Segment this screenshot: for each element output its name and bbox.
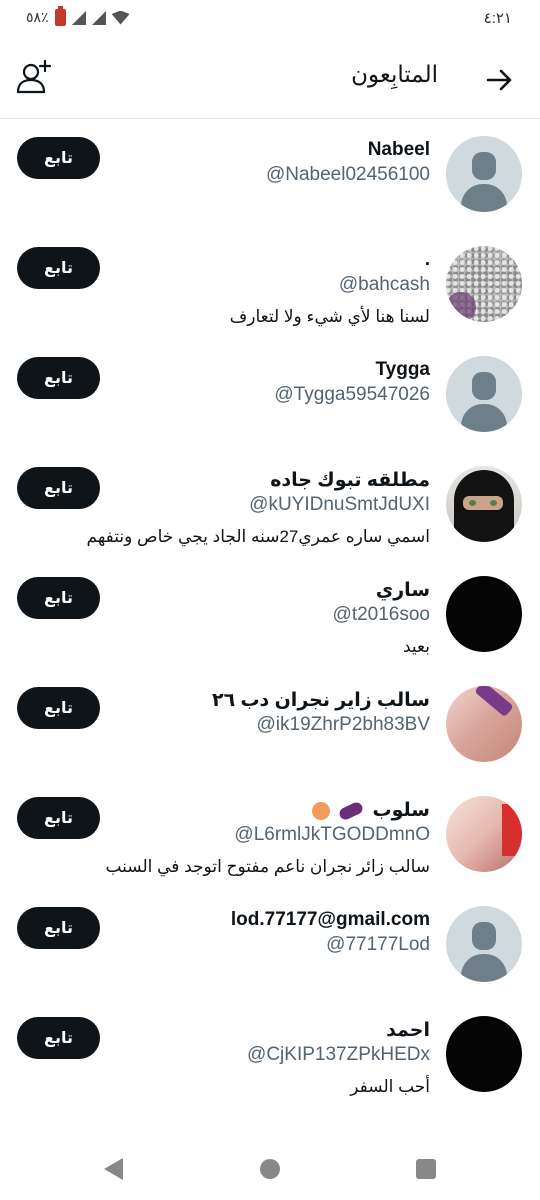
avatar[interactable] — [446, 796, 522, 872]
status-icons: ٥٨٪ — [26, 6, 130, 26]
follow-button[interactable]: تابع — [17, 1017, 100, 1059]
user-bio: أحب السفر — [350, 1077, 430, 1096]
back-button[interactable] — [482, 62, 518, 98]
avatar[interactable] — [446, 576, 522, 652]
follow-button[interactable]: تابع — [17, 357, 100, 399]
avatar[interactable] — [446, 686, 522, 762]
user-handle: @bahcash — [338, 274, 430, 295]
avatar[interactable] — [446, 356, 522, 432]
follow-button[interactable]: تابع — [17, 577, 100, 619]
list-item[interactable]: . @bahcash لسنا هنا لأي شيء ولا لتعارف ت… — [0, 229, 540, 339]
page-title: المتابِعون — [351, 61, 438, 87]
list-item[interactable]: سلوب @L6rmlJkTGODDmnO سالب زائر نجران نا… — [0, 779, 540, 889]
list-item[interactable]: مطلقه تبوك جاده @kUYIDnuSmtJdUXI اسمي سا… — [0, 449, 540, 559]
system-nav-bar — [0, 1138, 540, 1200]
follow-button[interactable]: تابع — [17, 907, 100, 949]
list-item[interactable]: Nabeel @Nabeel02456100 تابع — [0, 119, 540, 229]
nav-home-icon[interactable] — [260, 1159, 280, 1179]
user-name: Tygga — [375, 359, 430, 380]
avatar[interactable] — [446, 246, 522, 322]
follow-button[interactable]: تابع — [17, 467, 100, 509]
list-item[interactable]: احمد @CjKIP137ZPkHEDx أحب السفر تابع — [0, 999, 540, 1109]
followers-list: Nabeel @Nabeel02456100 تابع . @bahcash ل… — [0, 119, 540, 1109]
avatar[interactable] — [446, 906, 522, 982]
nav-back-icon[interactable] — [104, 1158, 123, 1180]
signal-icon-2 — [91, 10, 106, 25]
follow-button[interactable]: تابع — [17, 137, 100, 179]
user-bio: لسنا هنا لأي شيء ولا لتعارف — [229, 307, 430, 326]
user-name: سالب زاير نجران دب ٢٦ — [211, 690, 430, 711]
user-handle: @Nabeel02456100 — [265, 164, 430, 185]
add-user-icon — [16, 59, 52, 94]
user-bio: بعيد — [403, 637, 430, 656]
user-bio: اسمي ساره عمري27سنه الجاد يجي خاص ونتفهم — [86, 527, 430, 546]
battery-icon — [54, 6, 66, 26]
user-handle: @t2016soo — [332, 604, 430, 625]
follow-button[interactable]: تابع — [17, 797, 100, 839]
avatar[interactable] — [446, 1016, 522, 1092]
list-item[interactable]: سالب زاير نجران دب ٢٦ @ik19ZhrP2bh83BV ت… — [0, 669, 540, 779]
user-handle: @77177Lod — [326, 934, 430, 955]
nav-recents-icon[interactable] — [416, 1159, 436, 1179]
signal-icon — [71, 10, 86, 25]
avatar[interactable] — [446, 136, 522, 212]
user-handle: @ik19ZhrP2bh83BV — [256, 714, 431, 735]
user-handle: @L6rmlJkTGODDmnO — [234, 824, 430, 845]
user-name: lod.77177@gmail.com — [230, 909, 430, 930]
user-handle: @CjKIP137ZPkHEDx — [247, 1044, 430, 1065]
follow-button[interactable]: تابع — [17, 247, 100, 289]
user-name: احمد — [386, 1020, 430, 1041]
list-item[interactable]: lod.77177@gmail.com @77177Lod تابع — [0, 889, 540, 999]
user-name-wrap: سلوب — [311, 799, 430, 822]
user-name: مطلقه تبوك جاده — [270, 470, 430, 491]
status-time: ٤:٢١ — [483, 10, 512, 27]
avatar[interactable] — [446, 466, 522, 542]
follow-button[interactable]: تابع — [17, 687, 100, 729]
header: المتابِعون — [0, 40, 540, 119]
wifi-icon — [111, 10, 130, 25]
battery-percent: ٥٨٪ — [26, 9, 49, 25]
user-bio: سالب زائر نجران ناعم مفتوح اتوجد في السن… — [105, 857, 430, 876]
user-handle: @kUYIDnuSmtJdUXI — [249, 494, 430, 515]
add-user-button[interactable] — [14, 58, 54, 98]
arrow-right-icon — [486, 69, 512, 91]
user-name: سلوب — [372, 800, 430, 821]
user-handle: @Tygga59547026 — [274, 384, 430, 405]
eggplant-icon — [337, 800, 365, 822]
status-bar: ٥٨٪ ٤:٢١ — [0, 0, 540, 40]
user-name: ساري — [375, 580, 430, 601]
list-item[interactable]: ساري @t2016soo بعيد تابع — [0, 559, 540, 669]
user-name: Nabeel — [367, 139, 430, 160]
user-name: . — [424, 249, 430, 270]
peach-icon — [311, 801, 330, 820]
list-item[interactable]: Tygga @Tygga59547026 تابع — [0, 339, 540, 449]
